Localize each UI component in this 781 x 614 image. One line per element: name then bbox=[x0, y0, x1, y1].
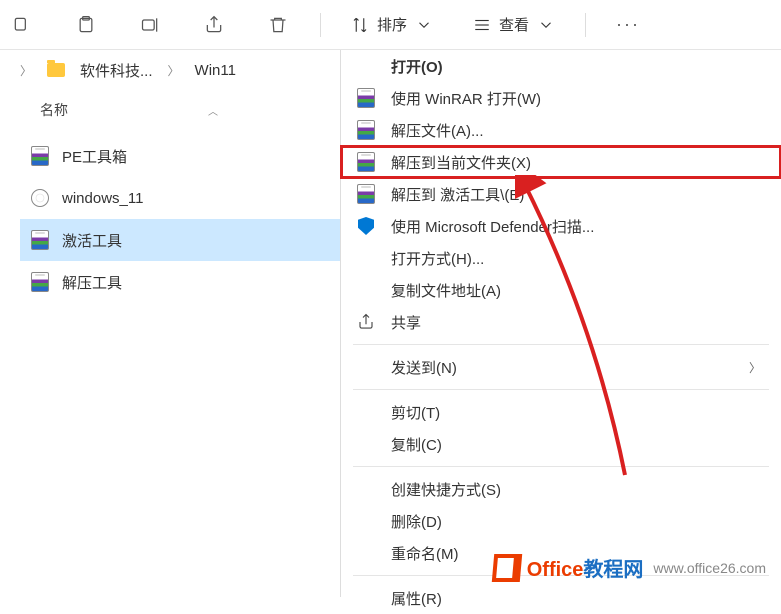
share-icon bbox=[356, 312, 376, 332]
menu-label: 使用 Microsoft Defender扫描... bbox=[391, 216, 594, 237]
rename-icon[interactable] bbox=[138, 13, 162, 37]
menu-label: 打开方式(H)... bbox=[391, 248, 484, 269]
view-button[interactable]: 查看 bbox=[473, 14, 555, 35]
view-label: 查看 bbox=[499, 14, 529, 35]
sort-label: 排序 bbox=[377, 14, 407, 35]
menu-separator bbox=[353, 389, 769, 390]
menu-copy[interactable]: 复制(C) bbox=[341, 428, 781, 460]
menu-share[interactable]: 共享 bbox=[341, 306, 781, 338]
watermark-url: www.office26.com bbox=[653, 560, 766, 576]
menu-open-with[interactable]: 打开方式(H)... bbox=[341, 242, 781, 274]
menu-label: 删除(D) bbox=[391, 511, 442, 532]
menu-label: 复制文件地址(A) bbox=[391, 280, 501, 301]
file-name: 解压工具 bbox=[62, 272, 122, 293]
separator bbox=[585, 13, 586, 37]
column-name: 名称 bbox=[40, 100, 68, 120]
folder-icon bbox=[47, 63, 65, 77]
paste-icon[interactable] bbox=[74, 13, 98, 37]
menu-extract-to-folder[interactable]: 解压到 激活工具\(E) bbox=[341, 178, 781, 210]
office-logo-icon bbox=[492, 554, 522, 582]
menu-label: 共享 bbox=[391, 312, 421, 333]
separator bbox=[320, 13, 321, 37]
menu-cut[interactable]: 剪切(T) bbox=[341, 396, 781, 428]
menu-label: 打开(O) bbox=[391, 56, 443, 77]
delete-icon[interactable] bbox=[266, 13, 290, 37]
menu-create-shortcut[interactable]: 创建快捷方式(S) bbox=[341, 473, 781, 505]
menu-label: 复制(C) bbox=[391, 434, 442, 455]
file-name: PE工具箱 bbox=[62, 146, 127, 167]
menu-properties[interactable]: 属性(R) bbox=[341, 582, 781, 614]
menu-winrar-open[interactable]: 使用 WinRAR 打开(W) bbox=[341, 82, 781, 114]
chevron-right-icon: 〉 bbox=[168, 62, 180, 79]
file-name: 激活工具 bbox=[62, 230, 122, 251]
rar-icon bbox=[30, 230, 50, 250]
rar-icon bbox=[356, 152, 376, 172]
menu-label: 重命名(M) bbox=[391, 543, 459, 564]
rar-icon bbox=[356, 184, 376, 204]
menu-label: 创建快捷方式(S) bbox=[391, 479, 501, 500]
menu-delete[interactable]: 删除(D) bbox=[341, 505, 781, 537]
sort-button[interactable]: 排序 bbox=[351, 14, 433, 35]
watermark-brand: Office bbox=[527, 559, 584, 581]
menu-label: 发送到(N) bbox=[391, 357, 457, 378]
rar-icon bbox=[356, 120, 376, 140]
share-icon[interactable] bbox=[202, 13, 226, 37]
chevron-right-icon[interactable]: 〉 bbox=[20, 62, 32, 79]
menu-label: 解压文件(A)... bbox=[391, 120, 484, 141]
menu-copy-path[interactable]: 复制文件地址(A) bbox=[341, 274, 781, 306]
more-icon[interactable]: ··· bbox=[616, 13, 640, 37]
menu-label: 使用 WinRAR 打开(W) bbox=[391, 88, 541, 109]
shield-icon bbox=[356, 216, 376, 236]
rar-icon bbox=[30, 146, 50, 166]
file-name: windows_11 bbox=[62, 190, 143, 207]
menu-defender-scan[interactable]: 使用 Microsoft Defender扫描... bbox=[341, 210, 781, 242]
watermark: Office教程网 www.office26.com bbox=[493, 553, 766, 582]
menu-separator bbox=[353, 466, 769, 467]
menu-separator bbox=[353, 344, 769, 345]
breadcrumb-item[interactable]: 软件科技... bbox=[80, 60, 153, 81]
sort-indicator-icon: ︿ bbox=[208, 103, 218, 118]
watermark-brand: 教程网 bbox=[583, 559, 643, 581]
menu-open[interactable]: 打开(O) bbox=[341, 50, 781, 82]
chevron-right-icon: 〉 bbox=[749, 359, 761, 376]
context-menu: 打开(O) 使用 WinRAR 打开(W) 解压文件(A)... 解压到当前文件… bbox=[340, 50, 781, 597]
rar-icon bbox=[30, 272, 50, 292]
breadcrumb-item[interactable]: Win11 bbox=[195, 62, 236, 79]
menu-label: 属性(R) bbox=[391, 588, 442, 609]
menu-label: 剪切(T) bbox=[391, 402, 440, 423]
chevron-down-icon bbox=[537, 16, 555, 34]
chevron-down-icon bbox=[415, 16, 433, 34]
menu-label: 解压到 激活工具\(E) bbox=[391, 184, 524, 205]
copy-icon[interactable] bbox=[10, 13, 34, 37]
menu-send-to[interactable]: 发送到(N) 〉 bbox=[341, 351, 781, 383]
iso-icon bbox=[30, 188, 50, 208]
menu-extract-files[interactable]: 解压文件(A)... bbox=[341, 114, 781, 146]
menu-label: 解压到当前文件夹(X) bbox=[391, 152, 531, 173]
rar-icon bbox=[356, 88, 376, 108]
menu-extract-here[interactable]: 解压到当前文件夹(X) bbox=[341, 146, 781, 178]
toolbar: 排序 查看 ··· bbox=[0, 0, 781, 50]
